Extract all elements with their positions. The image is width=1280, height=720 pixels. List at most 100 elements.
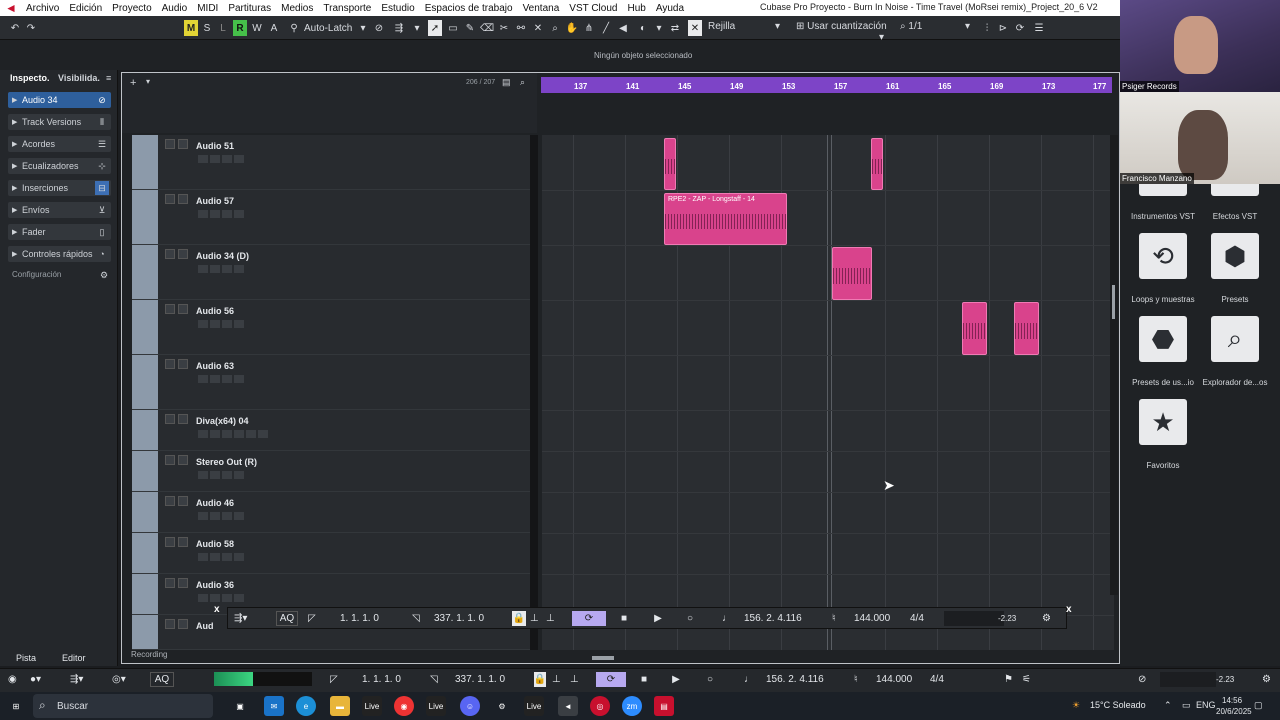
mute-tool-icon[interactable]: ✕ <box>531 20 545 36</box>
ableton-live-icon[interactable]: Live <box>524 696 544 716</box>
obs-icon[interactable]: ◎ <box>590 696 610 716</box>
zoom-tool-icon[interactable]: ⌕ <box>548 20 562 36</box>
mail-icon[interactable]: ✉ <box>264 696 284 716</box>
menu-icon[interactable]: ≡ <box>106 73 111 83</box>
network-icon[interactable]: ▭ <box>1182 700 1191 711</box>
menu-audio[interactable]: Audio <box>158 3 194 14</box>
track-row[interactable]: Audio 46 <box>132 492 536 533</box>
audio-event[interactable] <box>832 247 872 300</box>
horizontal-scrollbar[interactable] <box>592 656 614 660</box>
glue-tool-icon[interactable]: ⚯ <box>514 20 528 36</box>
play-button[interactable]: ▶ <box>664 672 688 687</box>
star-icon[interactable]: ★ <box>1139 399 1187 445</box>
right-locator-field[interactable]: 337. 1. 1. 0 <box>434 611 484 626</box>
ableton-live-icon[interactable]: Live <box>426 696 446 716</box>
tempo-field[interactable]: 144.000 <box>876 672 912 687</box>
track-name[interactable]: Audio 46 <box>196 498 234 508</box>
track-name[interactable]: Audio 34 (D) <box>196 251 249 261</box>
media-loops[interactable]: Loops y muestras <box>1128 295 1198 304</box>
quantize-icon[interactable]: ⫶ <box>980 20 994 36</box>
close-icon[interactable]: x <box>1066 604 1072 615</box>
automation-button[interactable]: A <box>267 20 281 36</box>
track-row[interactable]: Audio 51 <box>132 135 536 190</box>
sync-icon[interactable]: ⟳ <box>1013 20 1027 36</box>
ableton-live-icon[interactable]: Live <box>362 696 382 716</box>
quantize-select[interactable]: ⊞ Usar cuantización ▾ <box>792 20 888 43</box>
inspector-track-name[interactable]: ▶ Audio 34 ⊘ <box>8 92 111 108</box>
edit-channel-icon[interactable]: ⊘ <box>95 93 109 107</box>
track-controls[interactable] <box>198 265 244 273</box>
gear-icon[interactable]: ⚙ <box>1042 611 1051 626</box>
media-vst-instruments[interactable]: Instrumentos VST <box>1128 212 1198 221</box>
loops-icon[interactable]: ⟲ <box>1139 233 1187 279</box>
track-name[interactable]: Audio 57 <box>196 196 234 206</box>
user-presets-icon[interactable]: ⬣ <box>1139 316 1187 362</box>
task-view-icon[interactable]: ▣ <box>230 696 250 716</box>
timeline-ruler[interactable]: 137 141 145 149 153 157 161 165 169 173 … <box>541 77 1112 93</box>
media-favorites[interactable]: Favoritos <box>1128 461 1198 470</box>
event-display[interactable]: RPE2 - ZAP - Longstaff - 14 ➤ <box>542 135 1114 650</box>
punch-in-icon[interactable]: ⊥ <box>552 672 561 687</box>
inspector-inserts[interactable]: ▶ Inserciones ⊟ <box>8 180 111 196</box>
track-name[interactable]: Audio 56 <box>196 306 234 316</box>
gear-icon[interactable]: ⚙ <box>100 270 108 281</box>
menu-hub[interactable]: Hub <box>623 3 651 14</box>
track-controls[interactable] <box>198 210 244 218</box>
close-icon[interactable]: x <box>214 604 220 615</box>
file-browser-icon[interactable]: ⌕ <box>1211 316 1259 362</box>
metronome-icon[interactable]: ♩ <box>744 672 754 687</box>
eraser-tool-icon[interactable]: ⌫ <box>480 20 494 36</box>
lock-icon[interactable]: 🔒 <box>512 611 526 626</box>
listen-button[interactable]: L <box>216 20 230 36</box>
track-controls[interactable] <box>198 375 244 383</box>
auto-scroll-icon[interactable]: ⇄ <box>668 20 682 36</box>
menu-transporte[interactable]: Transporte <box>319 3 377 14</box>
track-mute-solo[interactable] <box>165 194 188 204</box>
track-controls[interactable] <box>198 430 268 438</box>
media-presets[interactable]: Presets <box>1200 295 1270 304</box>
window-layout-icon[interactable]: ☰ <box>1032 20 1046 36</box>
tempo-icon[interactable]: ♮ <box>854 672 858 687</box>
color-tool-icon[interactable]: ◐ <box>636 20 650 36</box>
track-controls[interactable] <box>198 155 244 163</box>
comp-tool-icon[interactable]: ⋔ <box>582 20 596 36</box>
signature-field[interactable]: 4/4 <box>930 672 944 687</box>
position-display[interactable]: 156. 2. 4.116 <box>766 672 824 687</box>
track-row[interactable]: Audio 58 <box>132 533 536 574</box>
snap-type-select[interactable]: Rejilla ▾ <box>704 20 784 36</box>
cycle-button[interactable]: ⟳ <box>596 672 626 687</box>
record-button[interactable]: ○ <box>698 672 722 687</box>
autoquantize-button[interactable]: AQ <box>150 672 174 687</box>
solo-all-button[interactable]: S <box>200 20 214 36</box>
punch-in-icon[interactable]: ⊥ <box>530 611 539 626</box>
track-mute-solo[interactable] <box>165 496 188 506</box>
menu-proyecto[interactable]: Proyecto <box>108 3 157 14</box>
menu-estudio[interactable]: Estudio <box>377 3 420 14</box>
chevron-down-icon[interactable]: ▾ <box>146 77 150 86</box>
tab-visibility[interactable]: Visibilida. <box>58 73 100 83</box>
chrome-icon[interactable]: ◉ <box>394 696 414 716</box>
inspector-equalizers[interactable]: ▶ Ecualizadores ⊹ <box>8 158 111 174</box>
stop-button[interactable]: ■ <box>612 611 636 626</box>
menu-edicion[interactable]: Edición <box>65 3 108 14</box>
tempo-mode-icon[interactable]: ⇶▾ <box>70 672 83 687</box>
marker-icon[interactable]: ⚑ <box>1004 672 1013 687</box>
audio-event[interactable] <box>1014 302 1039 355</box>
pointer-mode-icon[interactable]: ⇶ <box>392 20 406 36</box>
track-mute-solo[interactable] <box>165 414 188 424</box>
track-row[interactable]: Audio 34 (D) <box>132 245 536 300</box>
track-mute-solo[interactable] <box>165 249 188 259</box>
chevron-down-icon[interactable]: ▾ <box>410 20 424 36</box>
inspector-fader[interactable]: ▶ Fader ▯ <box>8 224 111 240</box>
range-tool-icon[interactable]: ▭ <box>446 20 460 36</box>
inspector-quick-controls[interactable]: ▶ Controles rápidos ◔ <box>8 246 111 262</box>
track-name[interactable]: Audio 51 <box>196 141 234 151</box>
record-mode-icon[interactable]: ●▾ <box>30 672 41 687</box>
tempo-mode-icon[interactable]: ⇶▾ <box>234 611 247 626</box>
left-locator-field[interactable]: 1. 1. 1. 0 <box>362 672 401 687</box>
tempo-icon[interactable]: ♮ <box>832 611 836 626</box>
presets-icon[interactable]: ⬢ <box>1211 233 1259 279</box>
media-file-browser[interactable]: Explorador de...os <box>1200 378 1270 387</box>
add-track-icon[interactable]: + <box>130 77 136 89</box>
track-controls[interactable] <box>198 553 244 561</box>
